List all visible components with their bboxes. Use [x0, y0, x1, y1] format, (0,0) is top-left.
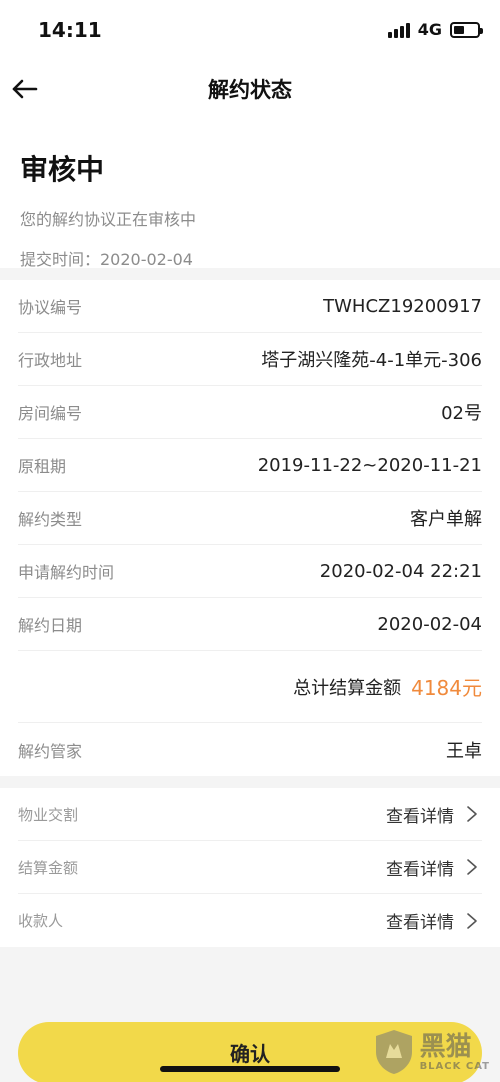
- watermark-en: BLACK CAT: [419, 1060, 490, 1072]
- black-cat-logo-icon: [375, 1030, 412, 1074]
- info-row-lease-term: 原租期 2019-11-22~2020-11-21: [18, 439, 482, 492]
- chevron-right-icon: [467, 806, 477, 822]
- info-value: TWHCZ19200917: [323, 295, 482, 317]
- status-description: 您的解约协议正在审核中: [20, 210, 197, 229]
- watermark-cn: 黑猫: [419, 1031, 472, 1062]
- info-label: 申请解约时间: [18, 563, 115, 582]
- info-row-termination-date: 解约日期 2020-02-04: [18, 598, 482, 651]
- info-row-address: 行政地址 塔子湖兴隆苑-4-1单元-306: [18, 333, 482, 386]
- detail-label: 收款人: [18, 912, 64, 930]
- status-indicators: 4G: [387, 20, 483, 39]
- details-section: 物业交割 查看详情 结算金额 查看详情 收款人 查看详情: [0, 788, 500, 947]
- status-time: 14:11: [38, 18, 102, 42]
- info-value: 王卓: [446, 740, 482, 762]
- total-settlement-label: 总计结算金额: [293, 677, 402, 699]
- submit-time: 提交时间：2020-02-04: [20, 250, 193, 269]
- info-value: 2020-02-04 22:21: [319, 560, 482, 582]
- detail-link-group[interactable]: 查看详情: [386, 802, 482, 827]
- view-details-link[interactable]: 查看详情: [386, 908, 454, 933]
- total-settlement-row: 总计结算金额 4184元: [18, 651, 482, 723]
- home-indicator: [160, 1066, 340, 1072]
- info-row-termination-type: 解约类型 客户单解: [18, 492, 482, 545]
- info-label: 房间编号: [18, 404, 83, 423]
- info-row-room-number: 房间编号 02号: [18, 386, 482, 439]
- detail-link-group[interactable]: 查看详情: [386, 855, 482, 880]
- info-row-manager: 解约管家 王卓: [18, 723, 482, 776]
- info-value: 塔子湖兴隆苑-4-1单元-306: [261, 350, 482, 371]
- chevron-right-icon: [467, 859, 477, 875]
- battery-icon: [450, 21, 483, 38]
- detail-row-payee[interactable]: 收款人 查看详情: [18, 894, 482, 947]
- info-value: 客户单解: [410, 509, 482, 530]
- detail-label: 结算金额: [18, 858, 79, 877]
- info-row-application-time: 申请解约时间 2020-02-04 22:21: [18, 545, 482, 598]
- status-bar: 14:11 4G: [0, 0, 500, 58]
- total-settlement-amount: 4184元: [411, 676, 482, 700]
- detail-row-property-handover[interactable]: 物业交割 查看详情: [18, 788, 482, 841]
- info-label: 原租期: [18, 457, 67, 476]
- view-details-link[interactable]: 查看详情: [386, 855, 454, 880]
- detail-label: 物业交割: [18, 805, 79, 824]
- nav-bar: 解约状态: [0, 58, 500, 120]
- info-label: 解约管家: [18, 741, 83, 761]
- watermark-text: 黑猫 BLACK CAT: [420, 1033, 490, 1072]
- info-label: 解约日期: [18, 616, 83, 635]
- review-status-section: 审核中 您的解约协议正在审核中 提交时间：2020-02-04: [0, 120, 500, 269]
- signal-icon: [387, 22, 410, 38]
- info-value: 02号: [441, 403, 482, 424]
- view-details-link[interactable]: 查看详情: [386, 802, 454, 827]
- chevron-right-icon: [467, 912, 477, 929]
- info-label: 协议编号: [18, 298, 83, 317]
- info-row-agreement-number: 协议编号 TWHCZ19200917: [18, 280, 482, 333]
- status-heading: 审核中: [20, 153, 105, 186]
- page-title: 解约状态: [208, 78, 292, 102]
- info-label: 行政地址: [18, 351, 83, 370]
- info-value: 2020-02-04: [377, 613, 482, 635]
- section-divider: [0, 776, 500, 788]
- watermark: 黑猫 BLACK CAT: [374, 1028, 490, 1076]
- info-value: 2019-11-22~2020-11-21: [257, 454, 482, 476]
- agreement-info-section: 协议编号 TWHCZ19200917 行政地址 塔子湖兴隆苑-4-1单元-306…: [0, 280, 500, 776]
- battery-level: [454, 25, 464, 34]
- info-label: 解约类型: [18, 510, 83, 529]
- network-type: 4G: [417, 20, 442, 39]
- detail-row-settlement-amount[interactable]: 结算金额 查看详情: [18, 841, 482, 894]
- detail-link-group[interactable]: 查看详情: [386, 908, 482, 933]
